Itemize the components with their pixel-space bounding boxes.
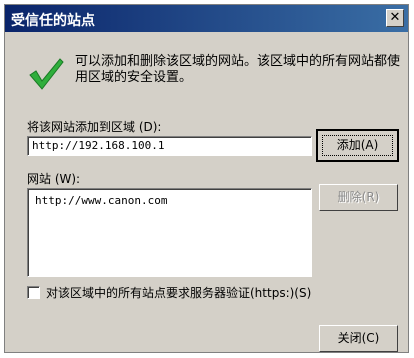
trusted-sites-dialog: 受信任的站点 ✕ 可以添加和删除该区域的网站。该区域中的所有网站都使 用区域的安…: [4, 4, 409, 353]
require-verification-label: 对该区域中的所有站点要求服务器验证(https:)(S): [46, 286, 312, 300]
checkmark-icon: [29, 58, 64, 90]
websites-list[interactable]: http://www.canon.com: [27, 188, 312, 277]
require-verification-option[interactable]: 对该区域中的所有站点要求服务器验证(https:)(S): [27, 284, 311, 301]
info-text: 可以添加和删除该区域的网站。该区域中的所有网站都使 用区域的安全设置。: [75, 54, 400, 86]
list-item[interactable]: http://www.canon.com: [35, 194, 304, 207]
add-button[interactable]: 添加(A): [316, 129, 399, 162]
dialog-title: 受信任的站点: [11, 13, 95, 29]
remove-button[interactable]: 删除(R): [319, 184, 398, 211]
add-website-label: 将该网站添加到区域 (D):: [27, 120, 162, 134]
info-line-2: 用区域的安全设置。: [75, 70, 193, 85]
website-url-input[interactable]: http://192.168.100.1: [27, 136, 312, 156]
close-icon[interactable]: ✕: [386, 9, 404, 27]
info-line-1: 可以添加和删除该区域的网站。该区域中的所有网站都使: [75, 54, 401, 69]
close-button[interactable]: 关闭(C): [319, 325, 398, 352]
add-button-label: 添加(A): [322, 135, 393, 156]
require-verification-checkbox[interactable]: [27, 286, 40, 299]
title-bar[interactable]: 受信任的站点 ✕: [5, 5, 408, 32]
websites-label: 网站 (W):: [27, 172, 81, 186]
